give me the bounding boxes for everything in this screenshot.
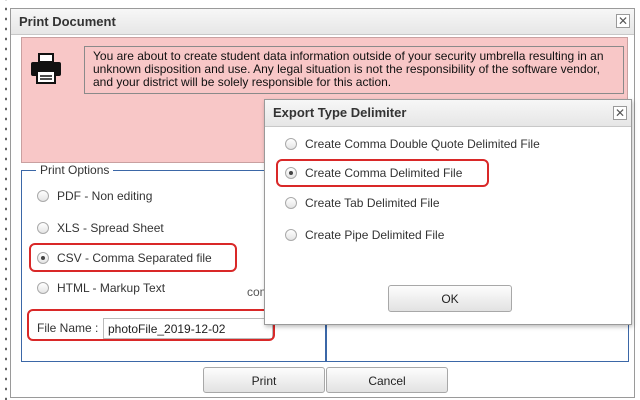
- option-pdf-label: PDF - Non editing: [57, 189, 153, 203]
- option-pdf[interactable]: PDF - Non editing: [37, 187, 152, 205]
- dotted-edge: [0, 0, 8, 400]
- printer-icon: [31, 53, 61, 84]
- option-html-label: HTML - Markup Text: [57, 281, 166, 295]
- print-button[interactable]: Print: [203, 367, 325, 393]
- radio-xls[interactable]: [37, 222, 49, 234]
- csv-highlight-outline: [29, 243, 237, 272]
- print-document-close-icon[interactable]: ✕: [616, 14, 630, 28]
- radio-pdf[interactable]: [37, 190, 49, 202]
- cancel-button[interactable]: Cancel: [326, 367, 448, 393]
- radio-pipe[interactable]: [285, 229, 297, 241]
- delimiter-close-icon[interactable]: ✕: [613, 106, 627, 120]
- print-document-title: Print Document: [19, 14, 116, 29]
- delimiter-titlebar: Export Type Delimiter ✕: [265, 100, 631, 127]
- comma-highlight-outline: [276, 159, 489, 187]
- radio-comma-double-quote[interactable]: [285, 138, 297, 150]
- print-options-legend: Print Options: [36, 163, 114, 177]
- radio-html[interactable]: [37, 282, 49, 294]
- radio-tab[interactable]: [285, 197, 297, 209]
- option-xls[interactable]: XLS - Spread Sheet: [37, 219, 164, 237]
- delim-option-tab-label: Create Tab Delimited File: [305, 196, 440, 210]
- ok-button[interactable]: OK: [388, 285, 512, 312]
- delim-option-pipe-label: Create Pipe Delimited File: [305, 228, 445, 242]
- option-html[interactable]: HTML - Markup Text: [37, 279, 165, 297]
- delim-option-comma-double-quote-label: Create Comma Double Quote Delimited File: [305, 137, 540, 151]
- option-xls-label: XLS - Spread Sheet: [57, 221, 164, 235]
- delim-option-tab[interactable]: Create Tab Delimited File: [285, 194, 440, 212]
- delim-option-pipe[interactable]: Create Pipe Delimited File: [285, 226, 444, 244]
- export-type-delimiter-dialog: Export Type Delimiter ✕ Create Comma Dou…: [264, 99, 632, 325]
- delimiter-title: Export Type Delimiter: [273, 105, 407, 120]
- file-name-highlight-outline: [27, 309, 275, 341]
- delim-option-comma-double-quote[interactable]: Create Comma Double Quote Delimited File: [285, 135, 540, 153]
- print-document-titlebar: Print Document ✕: [11, 9, 634, 35]
- warning-message: You are about to create student data inf…: [84, 46, 624, 94]
